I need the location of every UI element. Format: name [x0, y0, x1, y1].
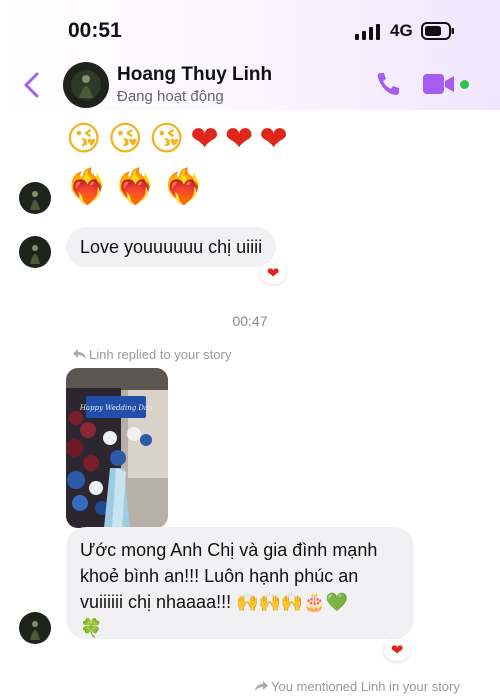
heart-reaction[interactable]: ❤ — [260, 262, 286, 284]
status-time: 00:51 — [68, 19, 122, 42]
contact-name[interactable]: Hoang Thuy Linh — [117, 64, 272, 86]
message-line: 🍀 — [80, 618, 103, 638]
phone-icon[interactable] — [374, 70, 402, 98]
emoji-message-row-1: 😘😘😘❤❤❤ — [66, 122, 294, 156]
sender-avatar[interactable] — [19, 236, 51, 268]
reply-arrow-icon — [73, 349, 86, 359]
story-sign-text: Happy Wedding Day — [79, 404, 153, 412]
contact-status: Đang hoạt động — [117, 88, 224, 105]
heart-reaction[interactable]: ❤ — [384, 639, 410, 661]
kiss-emoji: 😘 — [107, 119, 149, 159]
story-mention-note: You mentioned Linh in your story — [254, 679, 460, 694]
heart-emoji: ❤ — [190, 119, 225, 159]
sender-avatar[interactable] — [19, 182, 51, 214]
forward-arrow-icon — [255, 681, 268, 691]
sender-avatar[interactable] — [19, 612, 51, 644]
message-bubble[interactable]: Love youuuuuu chị uiiii — [66, 227, 277, 267]
online-indicator — [460, 80, 469, 89]
signal-icon — [355, 24, 380, 40]
battery-icon — [421, 22, 454, 40]
heart-emoji: ❤ — [224, 119, 260, 159]
message-line: khoẻ bình an!!! Luôn hạnh phúc an — [80, 566, 359, 586]
kiss-emoji: 😘 — [148, 119, 191, 159]
emoji-message-row-2: ❤‍🔥❤‍🔥❤‍🔥 — [66, 170, 211, 204]
message-line: vuiiiiii chị nhaaaa!!! 🙌🙌🙌🎂💚 — [80, 592, 349, 612]
contact-avatar[interactable] — [63, 62, 109, 108]
story-reply-note: Linh replied to your story — [73, 347, 231, 362]
network-type: 4G — [390, 21, 413, 40]
heart-on-fire-emoji: ❤‍🔥 — [114, 167, 163, 207]
heart-on-fire-emoji: ❤‍🔥 — [66, 167, 115, 207]
back-chevron-icon[interactable] — [20, 70, 44, 100]
message-line: Ước mong Anh Chị và gia đình mạnh — [80, 540, 378, 560]
timestamp-divider: 00:47 — [232, 313, 268, 329]
heart-emoji: ❤ — [259, 119, 294, 159]
heart-on-fire-emoji: ❤‍🔥 — [162, 167, 212, 207]
video-camera-icon[interactable] — [423, 73, 455, 95]
message-bubble[interactable]: Ước mong Anh Chị và gia đình mạnh khoẻ b… — [66, 527, 414, 639]
story-thumbnail[interactable]: Happy Wedding Day — [66, 368, 168, 528]
kiss-emoji: 😘 — [66, 119, 108, 159]
